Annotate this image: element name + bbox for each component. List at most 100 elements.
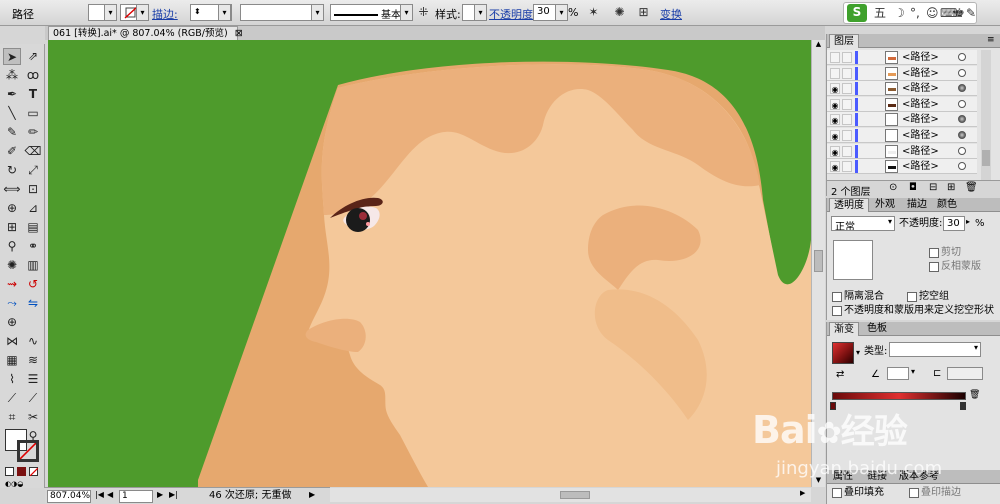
layer-row[interactable]: ◉ <路径> — [827, 112, 977, 128]
layer-row[interactable]: ◉ <路径> — [827, 159, 977, 175]
tab-links[interactable]: 链接 — [863, 470, 891, 484]
new-sublayer-icon[interactable]: ⊟ — [929, 182, 937, 193]
lock-toggle[interactable] — [842, 98, 852, 110]
eraser-tool-icon[interactable]: ⌫ — [24, 143, 42, 160]
rotate-tool-icon[interactable]: ↻ — [3, 162, 21, 179]
tab-gradient[interactable]: 渐变 — [829, 322, 859, 336]
free-transform-tool-icon[interactable]: ⊡ — [24, 181, 42, 198]
ime-logo[interactable]: S — [847, 4, 867, 22]
tab-version-cue[interactable]: 版本参考 — [895, 470, 943, 484]
emoji-icon[interactable]: ☺ — [926, 5, 939, 21]
line-tool-icon[interactable]: ╲ — [3, 105, 21, 122]
document-tab[interactable]: 061 [转换].ai* @ 807.04% (RGB/预览) ⊠ — [48, 26, 243, 40]
arrange-icon[interactable]: ⊞ — [636, 5, 651, 20]
target-circle-icon[interactable] — [958, 162, 966, 171]
artboard-canvas[interactable] — [48, 40, 811, 487]
gradient-tool-icon[interactable]: ▤ — [24, 219, 42, 236]
pen-tool-icon[interactable]: ✒ — [3, 86, 21, 103]
gradient-swatch[interactable] — [832, 342, 854, 364]
opacity-link[interactable]: 不透明度 — [489, 6, 533, 22]
angle-dropdown-icon[interactable]: ▾ — [911, 367, 915, 376]
color-mode-button[interactable] — [5, 467, 14, 476]
visibility-eye-icon[interactable]: ◉ — [830, 145, 840, 157]
gradient-stop-left[interactable] — [830, 402, 836, 410]
layer-row[interactable]: ◉ <路径> — [827, 128, 977, 143]
lock-toggle[interactable] — [842, 145, 852, 157]
last-artboard-icon[interactable]: ▶| — [169, 490, 178, 499]
mesh-tool-icon[interactable]: ⊞ — [3, 219, 21, 236]
target-circle-icon[interactable] — [958, 115, 966, 124]
live-paint-bucket-icon[interactable]: ⇝ — [3, 276, 21, 293]
lasso-tool-icon[interactable]: ꝏ — [24, 67, 42, 84]
target-circle-icon[interactable] — [958, 146, 966, 155]
type-tool-icon[interactable]: T — [24, 86, 42, 103]
opacity-dropdown[interactable]: ▾ — [555, 4, 568, 21]
scale-tool-icon[interactable]: ⤢ — [24, 162, 42, 179]
aspect-ratio-field[interactable] — [947, 367, 983, 380]
tab-stroke[interactable]: 描边 — [903, 198, 931, 212]
moon-icon[interactable]: ☽ — [894, 5, 905, 21]
horizontal-scrollbar[interactable]: ▶ — [330, 488, 811, 502]
zoom-field[interactable]: 807.04% — [47, 490, 91, 503]
blend-mode-select[interactable]: 正常 ▾ — [831, 216, 895, 231]
target-circle-icon[interactable] — [958, 131, 966, 139]
live-paint-selection-icon[interactable]: ↺ — [24, 276, 42, 293]
clip-checkbox[interactable] — [929, 248, 939, 258]
artboard-number-field[interactable]: 1 — [119, 490, 153, 503]
punctuation-icon[interactable]: °, — [910, 5, 920, 21]
overprint-fill-checkbox[interactable] — [832, 488, 842, 498]
measure-tool-icon[interactable]: ⟋ — [3, 390, 21, 407]
angle-field[interactable] — [887, 367, 909, 380]
lock-toggle[interactable] — [842, 67, 852, 79]
tab-appearance[interactable]: 外观 — [871, 198, 899, 212]
stroke-weight-dropdown[interactable]: ▾ — [218, 4, 231, 21]
gradient-type-select[interactable]: ▾ — [889, 342, 981, 357]
visibility-eye-icon[interactable]: ◉ — [830, 114, 840, 126]
pucker-tool-icon[interactable]: ≋ — [24, 352, 42, 369]
target-circle-icon[interactable] — [958, 68, 966, 77]
draw-mode-icons[interactable]: ◐◑◒ — [5, 480, 39, 488]
crop-tool-icon[interactable]: ⌗ — [3, 409, 21, 426]
eyedropper-tool-icon[interactable]: ⚲ — [3, 238, 21, 255]
rectangle-tool-icon[interactable]: ▭ — [24, 105, 42, 122]
scroll-down-icon[interactable]: ▼ — [814, 476, 823, 486]
visibility-eye-icon[interactable] — [830, 52, 840, 63]
delete-stop-icon[interactable]: 🗑 — [969, 390, 980, 400]
previous-artboard-icon[interactable]: ◀ — [107, 490, 113, 499]
artboard-tool-icon[interactable]: ⊕ — [3, 314, 21, 331]
slice-select-tool-icon[interactable]: ⇋ — [24, 295, 42, 312]
tab-swatches[interactable]: 色板 — [863, 322, 891, 336]
lock-toggle[interactable] — [842, 130, 852, 141]
knife-tool-icon[interactable]: ⟋ — [24, 390, 42, 407]
stroke-link[interactable]: 描边: — [152, 6, 178, 22]
tab-color[interactable]: 颜色 — [933, 198, 961, 212]
magic-wand-tool-icon[interactable]: ⁂ — [3, 67, 21, 84]
lock-toggle[interactable] — [842, 161, 852, 173]
target-circle-icon[interactable] — [958, 99, 966, 108]
visibility-eye-icon[interactable]: ◉ — [830, 161, 840, 173]
panel-menu-icon[interactable]: ≡ — [987, 35, 995, 45]
status-menu-icon[interactable]: ▶ — [309, 490, 315, 499]
layers-scrollbar[interactable] — [981, 50, 991, 180]
recolor-artwork-icon[interactable]: ✶ — [586, 5, 601, 20]
close-tab-icon[interactable]: ⊠ — [235, 28, 243, 39]
vertical-scroll-thumb[interactable] — [814, 250, 823, 272]
direct-selection-tool-icon[interactable]: ⇗ — [24, 48, 42, 65]
opacity-mask-knockout-checkbox[interactable] — [832, 306, 842, 316]
panel-opacity-field[interactable]: 30 — [943, 216, 965, 231]
wrench-icon[interactable]: ✎ — [966, 5, 976, 21]
tab-attributes[interactable]: 属性 — [829, 470, 857, 484]
first-artboard-icon[interactable]: |◀ — [95, 490, 104, 499]
blend-tool-icon[interactable]: ⚭ — [24, 238, 42, 255]
layers-scroll-thumb[interactable] — [982, 150, 990, 166]
shape-builder-tool-icon[interactable]: ⊕ — [3, 200, 21, 217]
knockout-group-checkbox[interactable] — [907, 292, 917, 302]
stroke-weight-stepper-icon[interactable]: ⬍ — [194, 7, 201, 16]
next-artboard-icon[interactable]: ▶ — [157, 490, 163, 499]
lock-toggle[interactable] — [842, 52, 852, 63]
scroll-up-icon[interactable]: ▲ — [814, 40, 823, 50]
align-icon[interactable]: ⁜ — [416, 5, 431, 20]
pencil-tool-icon[interactable]: ✏ — [24, 124, 42, 141]
stroke-dropdown[interactable]: ▾ — [136, 4, 149, 21]
new-layer-icon[interactable]: ⊞ — [947, 182, 955, 193]
